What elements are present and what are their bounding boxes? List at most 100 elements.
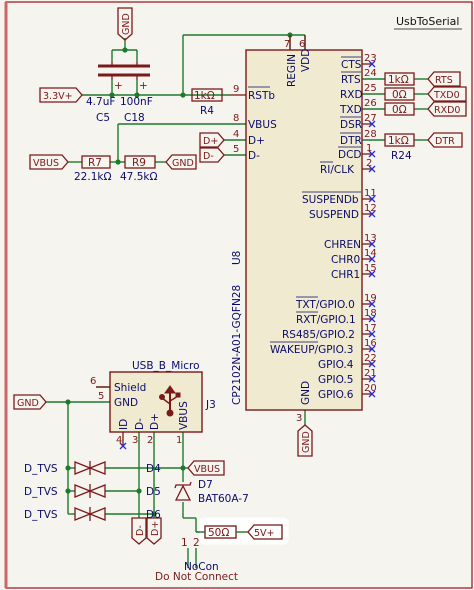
svg-text:R24: R24 bbox=[391, 150, 412, 162]
net-label-gnd-ic: GND bbox=[297, 424, 313, 457]
svg-text:+: + bbox=[114, 80, 123, 92]
svg-text:R4: R4 bbox=[200, 105, 214, 117]
svg-text:GPIO.4: GPIO.4 bbox=[318, 359, 354, 371]
svg-text:Do Not Connect: Do Not Connect bbox=[155, 571, 238, 583]
svg-text:D4: D4 bbox=[146, 463, 161, 475]
svg-text:WAKEUP/GPIO.3: WAKEUP/GPIO.3 bbox=[270, 344, 354, 356]
svg-text:SUSPENDb: SUSPENDb bbox=[302, 194, 359, 206]
svg-text:47.5kΩ: 47.5kΩ bbox=[120, 171, 157, 183]
svg-text:BAT60A-7: BAT60A-7 bbox=[198, 493, 249, 505]
svg-text:D_TVS: D_TVS bbox=[24, 463, 58, 475]
svg-text:24: 24 bbox=[364, 68, 377, 79]
svg-text:D+: D+ bbox=[203, 136, 218, 147]
svg-text:D_TVS: D_TVS bbox=[24, 509, 58, 521]
svg-text:RSTb: RSTb bbox=[248, 90, 275, 102]
sheet-title: UsbToSerial bbox=[396, 15, 459, 28]
svg-text:RXD: RXD bbox=[340, 89, 363, 101]
net-label-vbus-usb: VBUS bbox=[187, 460, 225, 476]
net-label-gnd-top: GND bbox=[117, 7, 133, 41]
svg-text:CHR1: CHR1 bbox=[331, 269, 360, 281]
net-label-txd0: TXD0 bbox=[427, 86, 467, 102]
svg-text:D-: D- bbox=[203, 151, 214, 162]
svg-text:SUSPEND: SUSPEND bbox=[309, 209, 359, 221]
svg-text:D+: D+ bbox=[248, 135, 265, 147]
svg-text:VBUS: VBUS bbox=[248, 119, 277, 131]
svg-text:1: 1 bbox=[176, 435, 182, 446]
svg-text:RTS: RTS bbox=[435, 75, 453, 86]
svg-text:VBUS: VBUS bbox=[33, 158, 59, 169]
svg-text:RXD0: RXD0 bbox=[434, 105, 460, 116]
c18-ref: C18 bbox=[124, 112, 145, 124]
svg-text:3: 3 bbox=[296, 413, 302, 424]
svg-text:REGIN: REGIN bbox=[286, 54, 298, 87]
svg-text:4: 4 bbox=[233, 129, 239, 140]
svg-text:GND: GND bbox=[121, 13, 132, 35]
svg-text:RS485/GPIO.2: RS485/GPIO.2 bbox=[282, 329, 355, 341]
svg-text:D-: D- bbox=[248, 150, 260, 162]
svg-text:DTR: DTR bbox=[435, 136, 455, 147]
svg-text:TXD0: TXD0 bbox=[433, 90, 460, 101]
svg-text:D6: D6 bbox=[146, 509, 161, 521]
svg-text:RXT/GPIO.1: RXT/GPIO.1 bbox=[296, 314, 356, 326]
net-label-3v3: 3.3V+ bbox=[39, 87, 83, 103]
usb-refdes: J3 bbox=[205, 399, 216, 411]
svg-text:+: + bbox=[139, 80, 148, 92]
svg-text:R7: R7 bbox=[88, 157, 102, 169]
svg-text:D_TVS: D_TVS bbox=[24, 486, 58, 498]
resistor-r24: 1kΩ R24 bbox=[384, 133, 415, 162]
svg-text:1: 1 bbox=[181, 537, 188, 549]
svg-text:GND: GND bbox=[300, 381, 312, 405]
net-label-vbus-left: VBUS bbox=[29, 154, 69, 170]
resistor-r4: 1kΩ R4 bbox=[191, 88, 223, 117]
svg-text:CHREN: CHREN bbox=[324, 239, 361, 251]
svg-text:GND: GND bbox=[114, 397, 138, 409]
svg-text:GPIO.5: GPIO.5 bbox=[318, 374, 353, 386]
net-label-dm-bottom: D- bbox=[131, 517, 147, 545]
net-label-dtr: DTR bbox=[427, 132, 463, 148]
resistor-rts: 1kΩ bbox=[384, 72, 415, 86]
net-label-rts: RTS bbox=[427, 71, 461, 87]
svg-text:D+: D+ bbox=[149, 413, 161, 430]
svg-text:Shield: Shield bbox=[114, 382, 146, 394]
svg-text:1kΩ: 1kΩ bbox=[388, 74, 409, 86]
net-label-dm: D- bbox=[199, 147, 225, 163]
net-label-dp-bottom: D+ bbox=[146, 517, 162, 545]
c5-ref: C5 bbox=[96, 112, 110, 124]
net-label-dp: D+ bbox=[199, 132, 225, 148]
net-label-gnd-usb: GND bbox=[13, 394, 47, 410]
svg-text:CHR0: CHR0 bbox=[331, 254, 360, 266]
svg-text:TXT/GPIO.0: TXT/GPIO.0 bbox=[295, 299, 355, 311]
svg-text:D-: D- bbox=[135, 525, 146, 536]
usb-name: USB_B_Micro bbox=[132, 360, 200, 372]
usb-connector-j3: USB_B_Micro Shield GND J3 ID D- D+ VBUS … bbox=[90, 360, 216, 446]
net-label-rxd0: RXD0 bbox=[427, 101, 467, 117]
svg-text:1: 1 bbox=[366, 143, 372, 154]
svg-text:50Ω: 50Ω bbox=[208, 527, 229, 539]
svg-text:3: 3 bbox=[132, 435, 138, 446]
svg-text:3.3V+: 3.3V+ bbox=[43, 91, 73, 102]
svg-text:2: 2 bbox=[193, 537, 200, 549]
svg-text:5: 5 bbox=[233, 144, 239, 155]
svg-text:VBUS: VBUS bbox=[194, 464, 220, 475]
svg-text:0Ω: 0Ω bbox=[392, 104, 407, 116]
svg-text:GND: GND bbox=[172, 158, 194, 169]
resistor-r9: R9 47.5kΩ bbox=[120, 155, 157, 183]
ic-refdes: U8 bbox=[231, 251, 243, 265]
svg-text:GND: GND bbox=[301, 431, 312, 453]
svg-text:GPIO.6: GPIO.6 bbox=[318, 389, 354, 401]
svg-text:9: 9 bbox=[233, 84, 239, 95]
svg-text:2: 2 bbox=[366, 158, 372, 169]
svg-text:5V+: 5V+ bbox=[254, 528, 275, 539]
svg-text:8: 8 bbox=[233, 113, 239, 124]
c5-value: 4.7uF bbox=[86, 96, 115, 108]
svg-text:4: 4 bbox=[116, 435, 122, 446]
svg-text:5: 5 bbox=[98, 391, 104, 402]
net-label-gnd-r9: GND bbox=[165, 154, 197, 170]
svg-text:ID: ID bbox=[118, 419, 130, 430]
svg-text:D-: D- bbox=[134, 418, 146, 430]
svg-text:1kΩ: 1kΩ bbox=[194, 90, 215, 102]
capacitor-c5: + 4.7uF C5 bbox=[86, 62, 126, 124]
svg-text:VBUS: VBUS bbox=[178, 401, 190, 430]
svg-text:D5: D5 bbox=[146, 486, 161, 498]
svg-text:VDD: VDD bbox=[300, 49, 312, 72]
